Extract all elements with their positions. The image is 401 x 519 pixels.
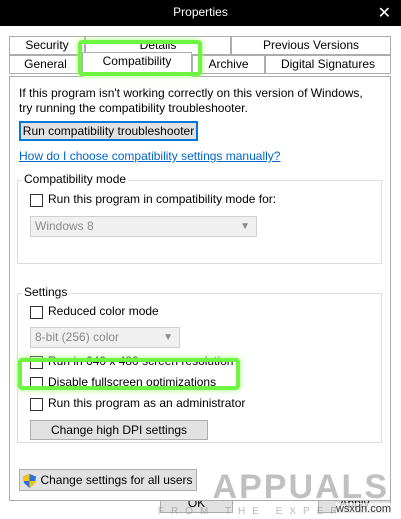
high-dpi-button[interactable]: Change high DPI settings	[30, 420, 208, 440]
properties-dialog: Security Details Previous Versions Gener…	[0, 26, 401, 519]
chevron-down-icon: ▼	[240, 221, 250, 232]
intro-line-1: If this program isn't working correctly …	[19, 86, 363, 100]
tab-digital-signatures[interactable]: Digital Signatures	[265, 55, 391, 74]
os-select-value: Windows 8	[35, 219, 94, 233]
res-640-label: Run in 640 x 480 screen resolution	[48, 354, 234, 368]
compatibility-panel: If this program isn't working correctly …	[9, 76, 391, 501]
res-640-checkbox[interactable]	[30, 356, 43, 369]
color-depth-value: 8-bit (256) color	[35, 330, 120, 344]
run-as-admin-label: Run this program as an administrator	[48, 396, 246, 410]
settings-label: Settings	[22, 285, 70, 299]
window-title: Properties	[173, 5, 228, 19]
appuals-watermark: APPUALS	[212, 468, 389, 506]
chevron-down-icon: ▼	[163, 332, 173, 343]
title-bar: Properties ✕	[0, 0, 401, 26]
settings-group: Settings Reduced color mode 8-bit (256) …	[17, 285, 382, 443]
close-icon[interactable]: ✕	[378, 3, 391, 23]
help-link[interactable]: How do I choose compatibility settings m…	[19, 149, 280, 163]
fullscreen-opt-label: Disable fullscreen optimizations	[48, 375, 217, 389]
all-users-button[interactable]: Change settings for all users	[19, 469, 197, 491]
compatibility-mode-checkbox[interactable]	[30, 194, 43, 207]
color-depth-select[interactable]: 8-bit (256) color ▼	[30, 327, 180, 348]
intro-line-2: try running the compatibility troublesho…	[19, 101, 248, 115]
compatibility-mode-checkbox-label: Run this program in compatibility mode f…	[48, 192, 277, 206]
fullscreen-opt-checkbox[interactable]	[30, 377, 43, 390]
tab-previous-versions[interactable]: Previous Versions	[231, 36, 391, 55]
site-watermark: wsxdn.com	[335, 503, 391, 515]
uac-shield-icon	[23, 473, 37, 488]
reduced-color-checkbox[interactable]	[30, 306, 43, 319]
tab-compatibility[interactable]: Compatibility	[82, 52, 192, 77]
all-users-label: Change settings for all users	[40, 473, 193, 487]
reduced-color-label: Reduced color mode	[48, 304, 159, 318]
run-troubleshooter-button[interactable]: Run compatibility troubleshooter	[19, 121, 198, 141]
tab-security[interactable]: Security	[9, 36, 85, 55]
compatibility-mode-group: Compatibility mode Run this program in c…	[17, 172, 382, 264]
os-select[interactable]: Windows 8 ▼	[30, 216, 257, 237]
tab-general[interactable]: General	[9, 55, 82, 74]
run-as-admin-checkbox[interactable]	[30, 398, 43, 411]
tab-archive[interactable]: Archive	[192, 55, 265, 74]
compatibility-mode-label: Compatibility mode	[22, 172, 129, 186]
